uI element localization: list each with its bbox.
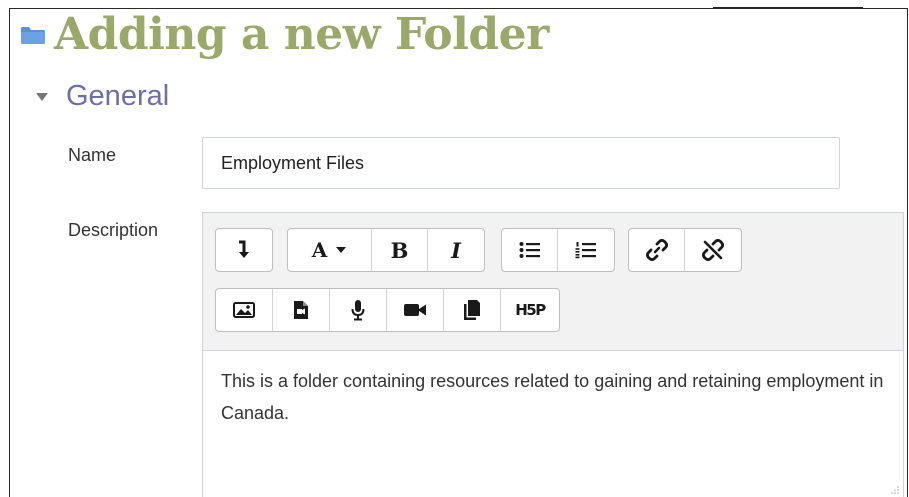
description-editor[interactable]: A B I H5P This is a folder containing re…	[202, 212, 904, 497]
manage-files-button[interactable]	[444, 289, 501, 331]
ordered-list-button[interactable]	[558, 229, 614, 271]
description-label: Description	[68, 220, 159, 240]
page-title: Adding a new Folder	[54, 9, 549, 60]
record-video-button[interactable]	[387, 289, 444, 331]
resize-handle-icon[interactable]	[891, 486, 899, 494]
section-general-toggle[interactable]: General	[36, 80, 169, 113]
link-icon	[645, 239, 668, 261]
name-label: Name	[68, 145, 117, 165]
chevron-down-icon	[336, 247, 347, 253]
toolbar-group-toggle	[215, 228, 273, 272]
bold-label: B	[390, 237, 409, 263]
unlink-button[interactable]	[685, 229, 741, 271]
italic-label: I	[451, 237, 461, 263]
toolbar-group-format: A B I	[287, 228, 485, 272]
unordered-list-icon	[519, 242, 540, 258]
ordered-list-icon	[575, 242, 596, 259]
insert-media-button[interactable]	[273, 289, 330, 331]
name-input[interactable]	[202, 137, 840, 189]
record-audio-icon	[351, 300, 365, 321]
toolbar-group-lists	[501, 228, 615, 272]
insert-image-button[interactable]	[216, 289, 273, 331]
record-video-icon	[404, 304, 426, 316]
page-header: Adding a new Folder	[20, 10, 549, 60]
link-button[interactable]	[629, 229, 685, 271]
record-audio-button[interactable]	[330, 289, 387, 331]
toolbar-toggle-button[interactable]	[216, 229, 272, 271]
toolbar-toggle-icon	[239, 240, 249, 258]
insert-media-icon	[294, 301, 308, 319]
description-text[interactable]: This is a folder containing resources re…	[221, 365, 891, 429]
top-edge-bar	[713, 0, 863, 8]
manage-files-icon	[464, 300, 480, 320]
font-style-label: A	[311, 238, 328, 262]
bold-button[interactable]: B	[372, 229, 428, 271]
collapse-caret-icon[interactable]	[36, 92, 48, 101]
italic-button[interactable]: I	[428, 229, 484, 271]
folder-icon	[21, 27, 45, 44]
h5p-icon: H5P	[515, 301, 546, 319]
editor-toolbar: A B I H5P	[203, 213, 903, 351]
unlink-icon	[702, 239, 724, 261]
toolbar-group-media: H5P	[215, 288, 560, 332]
unordered-list-button[interactable]	[502, 229, 558, 271]
toolbar-group-links	[628, 228, 742, 272]
font-style-dropdown[interactable]: A	[288, 229, 372, 271]
section-title: General	[66, 80, 170, 112]
insert-image-icon	[233, 302, 255, 318]
insert-h5p-button[interactable]: H5P	[501, 289, 559, 331]
